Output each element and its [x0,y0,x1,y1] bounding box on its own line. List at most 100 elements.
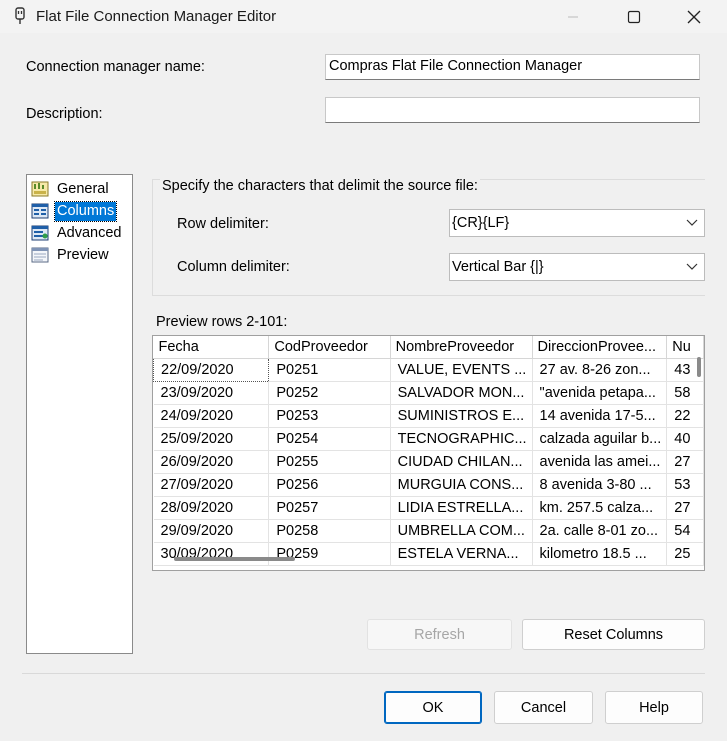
cancel-button[interactable]: Cancel [494,691,593,724]
table-cell[interactable]: km. 257.5 calza... [532,496,668,520]
table-cell[interactable]: 8 avenida 3-80 ... [532,473,668,497]
row-delimiter-label: Row delimiter: [177,216,269,232]
table-cell[interactable]: P0254 [268,427,391,451]
column-delimiter-label: Column delimiter: [177,259,290,275]
table-cell[interactable]: P0257 [268,496,391,520]
close-button[interactable] [664,0,724,33]
description-label: Description: [26,106,103,122]
table-cell[interactable]: 30/09/2020 [153,542,270,566]
reset-columns-button[interactable]: Reset Columns [522,619,705,650]
vertical-scrollbar[interactable] [697,357,701,377]
maximize-button[interactable] [604,0,664,33]
table-cell[interactable]: 2a. calle 8-01 zo... [532,519,668,543]
table-row[interactable]: 30/09/2020 P0259 ESTELA VERNA... kilometro … [153,542,704,566]
table-cell[interactable]: 54 [666,519,704,543]
nav-label-columns: Columns [53,200,118,222]
table-cell[interactable]: 27 [666,450,704,474]
table-cell[interactable]: 28/09/2020 [153,496,270,520]
close-icon [687,10,701,23]
table-row[interactable]: 28/09/2020 P0257 LIDIA ESTRELLA... km. 257.… [153,496,704,520]
table-cell[interactable]: 26/09/2020 [153,450,270,474]
column-header[interactable]: Nu [666,336,704,359]
table-cell[interactable]: P0259 [268,542,391,566]
preview-grid[interactable]: Fecha CodProveedor NombreProveedor Direc… [152,335,705,571]
table-cell[interactable]: 40 [666,427,704,451]
nav-label-advanced: Advanced [57,224,122,241]
horizontal-scrollbar[interactable] [174,557,295,561]
row-delimiter-select[interactable]: {CR}{LF} [449,209,705,237]
table-cell[interactable]: P0256 [268,473,391,497]
table-cell[interactable]: P0258 [268,519,391,543]
chevron-down-icon [680,263,704,271]
table-cell[interactable]: 53 [666,473,704,497]
page-navigation-list: General Columns Advanced Preview [26,174,133,654]
table-cell[interactable]: 29/09/2020 [153,519,270,543]
table-cell[interactable]: 22/09/2020 [153,358,270,382]
advanced-icon [31,225,49,241]
nav-item-preview[interactable]: Preview [31,245,111,265]
table-cell[interactable]: P0251 [268,358,391,382]
table-cell[interactable]: 58 [666,381,704,405]
table-row[interactable]: 25/09/2020 P0254 TECNOGRAPHIC... calzada ag… [153,427,704,451]
window-title: Flat File Connection Manager Editor [36,8,277,25]
table-cell[interactable]: 24/09/2020 [153,404,270,428]
help-button[interactable]: Help [605,691,703,724]
nav-label-preview: Preview [57,246,109,263]
table-row[interactable]: 22/09/2020 P0251 VALUE, EVENTS ... 27 av. 8… [153,358,704,382]
preview-heading: Preview rows 2-101: [156,314,288,330]
minimize-button[interactable] [543,0,603,33]
nav-item-advanced[interactable]: Advanced [31,223,124,243]
table-cell[interactable]: P0255 [268,450,391,474]
row-delimiter-value: {CR}{LF} [452,215,510,231]
table-cell[interactable]: calzada aguilar b... [532,427,668,451]
column-header[interactable]: Fecha [153,336,270,359]
column-delimiter-select[interactable]: Vertical Bar {|} [449,253,705,281]
table-cell[interactable]: avenida las amei... [532,450,668,474]
table-cell[interactable]: SUMINISTROS E... [390,404,533,428]
header-row: Fecha CodProveedor NombreProveedor Direc… [153,336,704,359]
table-cell[interactable]: P0253 [268,404,391,428]
table-cell[interactable]: CIUDAD CHILAN... [390,450,533,474]
connection-manager-icon [15,7,25,24]
ok-button[interactable]: OK [384,691,482,724]
table-cell[interactable]: ESTELA VERNA... [390,542,533,566]
nav-item-columns[interactable]: Columns [31,200,118,222]
table-cell[interactable]: TECNOGRAPHIC... [390,427,533,451]
table-cell[interactable]: 27 av. 8-26 zon... [532,358,668,382]
column-delimiter-value: Vertical Bar {|} [452,259,544,275]
table-row[interactable]: 29/09/2020 P0258 UMBRELLA COM... 2a. calle … [153,519,704,543]
maximize-icon [627,10,641,23]
column-header[interactable]: CodProveedor [268,336,391,359]
table-cell[interactable]: SALVADOR MON... [390,381,533,405]
table-cell[interactable]: 27/09/2020 [153,473,270,497]
table-cell[interactable]: 14 avenida 17-5... [532,404,668,428]
table-cell[interactable]: VALUE, EVENTS ... [390,358,533,382]
description-input[interactable] [325,97,700,123]
table-cell[interactable]: 27 [666,496,704,520]
table-cell[interactable]: UMBRELLA COM... [390,519,533,543]
nav-item-general[interactable]: General [31,179,111,199]
columns-icon [31,203,49,219]
table-cell[interactable]: 22 [666,404,704,428]
table-row[interactable]: 24/09/2020 P0253 SUMINISTROS E... 14 avenid… [153,404,704,428]
general-icon [31,181,49,197]
table-cell[interactable]: MURGUIA CONS... [390,473,533,497]
table-cell[interactable]: 25/09/2020 [153,427,270,451]
title-bar[interactable]: Flat File Connection Manager Editor [0,0,727,33]
table-row[interactable]: 26/09/2020 P0255 CIUDAD CHILAN... avenida l… [153,450,704,474]
nav-label-general: General [57,180,109,197]
refresh-button[interactable]: Refresh [367,619,512,650]
table-cell[interactable]: kilometro 18.5 ... [532,542,668,566]
table-row[interactable]: 23/09/2020 P0252 SALVADOR MON... "avenida p… [153,381,704,405]
connection-name-input[interactable]: Compras Flat File Connection Manager [325,54,700,80]
minimize-icon [568,16,578,17]
table-cell[interactable]: 23/09/2020 [153,381,270,405]
table-cell[interactable]: 25 [666,542,704,566]
table-row[interactable]: 27/09/2020 P0256 MURGUIA CONS... 8 avenida … [153,473,704,497]
column-header[interactable]: NombreProveedor [390,336,533,359]
column-header[interactable]: DireccionProvee... [532,336,668,359]
table-cell[interactable]: LIDIA ESTRELLA... [390,496,533,520]
table-cell[interactable]: P0252 [268,381,391,405]
preview-icon [31,247,49,263]
table-cell[interactable]: "avenida petapa... [532,381,668,405]
